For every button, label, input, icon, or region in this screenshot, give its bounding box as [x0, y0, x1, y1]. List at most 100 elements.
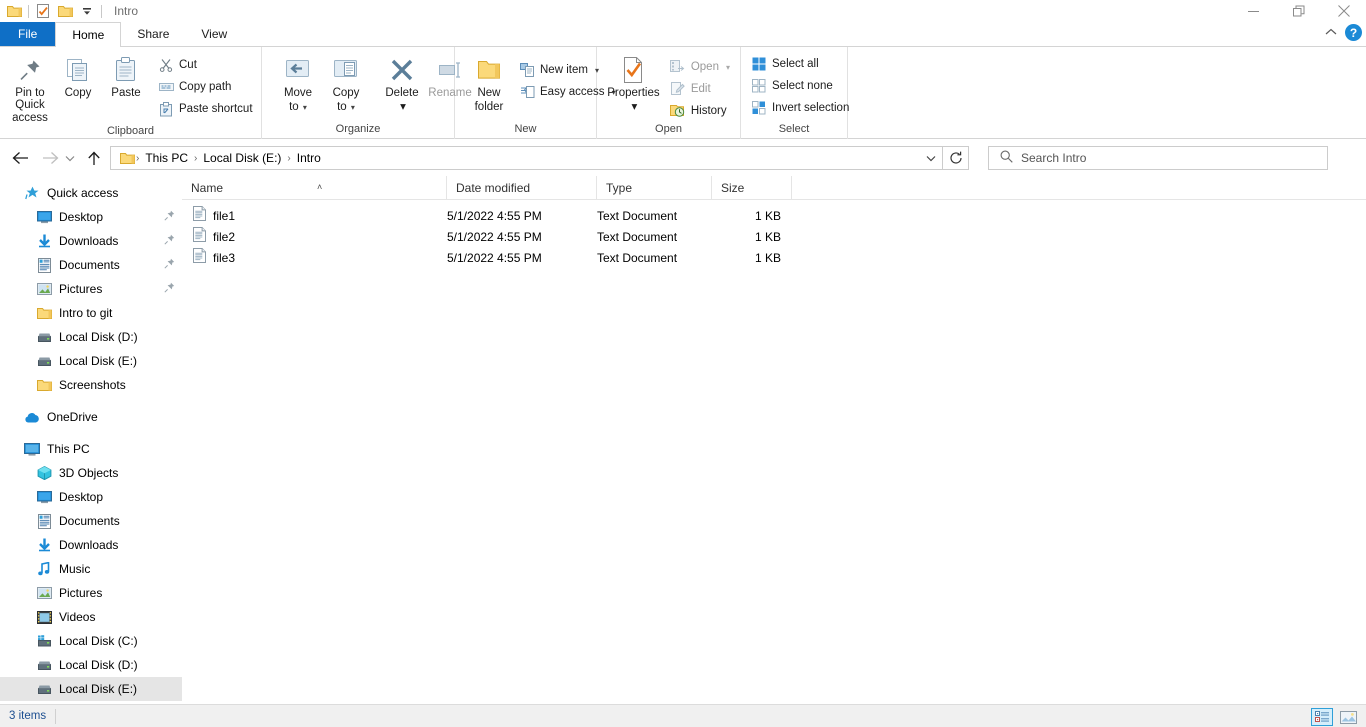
sidebar-item-desktop[interactable]: Desktop: [0, 205, 182, 229]
sidebar-item-downloads[interactable]: Downloads: [0, 533, 182, 557]
details-view-button[interactable]: [1311, 708, 1333, 726]
cut-button[interactable]: Cut: [154, 54, 257, 76]
sidebar-item-downloads[interactable]: Downloads: [0, 229, 182, 253]
file-name-cell[interactable]: file2: [182, 227, 447, 248]
sidebar-item-local-disk-e[interactable]: Local Disk (E:): [0, 677, 182, 701]
sidebar-item-local-disk-d[interactable]: Local Disk (D:): [0, 653, 182, 677]
sidebar-item-label: Local Disk (C:): [59, 634, 138, 648]
sidebar-item-screenshots[interactable]: Screenshots: [0, 373, 182, 397]
pin-icon[interactable]: [164, 234, 175, 248]
pin-to-quick-access-button[interactable]: Pin to Quick access: [6, 51, 54, 125]
select-none-button[interactable]: Select none: [747, 75, 853, 97]
folder-icon: [36, 377, 52, 393]
new-folder-icon[interactable]: [54, 1, 76, 21]
ribbon-group-open: Properties ▾ Open ▾ Edit History Open: [597, 47, 741, 139]
select-all-button[interactable]: Select all: [747, 53, 853, 75]
address-bar[interactable]: › This PC › Local Disk (E:) › Intro: [110, 146, 943, 170]
sidebar-item-desktop[interactable]: Desktop: [0, 485, 182, 509]
sidebar-item-pictures[interactable]: Pictures: [0, 581, 182, 605]
tab-share[interactable]: Share: [121, 22, 186, 47]
column-header-type[interactable]: Type: [597, 175, 712, 200]
easy-access-label: Easy access: [540, 86, 605, 98]
easy-access-icon: [519, 84, 535, 100]
back-button[interactable]: [8, 146, 32, 170]
tab-view[interactable]: View: [185, 22, 244, 47]
sidebar-item-label: Downloads: [59, 234, 119, 248]
properties-caret-icon[interactable]: ▾: [632, 101, 638, 114]
recent-locations-button[interactable]: [62, 146, 78, 170]
date-modified-cell: 5/1/2022 4:55 PM: [447, 251, 542, 265]
copy-to-button[interactable]: Copy to ▾: [322, 51, 370, 113]
copy-to-icon: [332, 54, 360, 86]
sidebar-item-videos[interactable]: Videos: [0, 605, 182, 629]
column-header-size[interactable]: Size: [712, 175, 792, 200]
sidebar-item-music[interactable]: Music: [0, 557, 182, 581]
sidebar-item-local-disk-e[interactable]: Local Disk (E:): [0, 349, 182, 373]
refresh-button[interactable]: [943, 146, 969, 170]
help-icon[interactable]: ?: [1345, 24, 1362, 41]
file-name-cell[interactable]: file3: [182, 248, 447, 269]
paste-button[interactable]: Paste: [102, 51, 150, 100]
sidebar-item-onedrive[interactable]: OneDrive: [0, 405, 182, 429]
paste-shortcut-button[interactable]: Paste shortcut: [154, 98, 257, 120]
sidebar-item-3d-objects[interactable]: 3D Objects: [0, 461, 182, 485]
table-row[interactable]: file3 5/1/2022 4:55 PM Text Document 1 KB: [182, 248, 1366, 269]
properties-label: Properties: [607, 87, 660, 99]
view-buttons: [1311, 708, 1359, 726]
table-row[interactable]: file1 5/1/2022 4:55 PM Text Document 1 KB: [182, 206, 1366, 227]
music-icon: [36, 561, 52, 577]
minimize-button[interactable]: [1231, 0, 1276, 22]
move-to-button[interactable]: Move to ▾: [274, 51, 322, 113]
pin-icon[interactable]: [164, 210, 175, 224]
invert-selection-button[interactable]: Invert selection: [747, 97, 853, 119]
new-folder-label-line2: folder: [474, 100, 504, 113]
paste-label: Paste: [111, 87, 141, 99]
file-rows: file1 5/1/2022 4:55 PM Text Document 1 KB fi…: [182, 200, 1366, 269]
copy-path-button[interactable]: Copy path: [154, 76, 257, 98]
drive-icon: [36, 353, 52, 369]
copy-button[interactable]: Copy: [54, 51, 102, 100]
delete-caret-icon[interactable]: ▾: [400, 101, 406, 114]
customize-qat-icon[interactable]: [76, 1, 98, 21]
search-input[interactable]: Search Intro: [1021, 151, 1086, 165]
search-box[interactable]: Search Intro: [988, 146, 1328, 170]
address-bar-row: › This PC › Local Disk (E:) › Intro Sear…: [0, 140, 1366, 176]
column-header-date-modified[interactable]: Date modified: [447, 175, 597, 200]
pin-icon[interactable]: [164, 282, 175, 296]
sidebar-item-local-disk-c[interactable]: Local Disk (C:): [0, 629, 182, 653]
column-header-label: Size: [721, 180, 745, 195]
folder-icon[interactable]: [3, 1, 25, 21]
sidebar-item-documents[interactable]: Documents: [0, 509, 182, 533]
sidebar-item-documents[interactable]: Documents: [0, 253, 182, 277]
sidebar-item-pictures[interactable]: Pictures: [0, 277, 182, 301]
delete-button[interactable]: Delete ▾: [378, 51, 426, 113]
column-header-name[interactable]: Name ˄: [182, 175, 447, 200]
file-name-cell[interactable]: file1: [182, 206, 447, 227]
breadcrumb-this-pc[interactable]: This PC: [140, 147, 193, 169]
close-button[interactable]: [1321, 0, 1366, 22]
up-button[interactable]: [82, 146, 106, 170]
sidebar-item-intro-to-git[interactable]: Intro to git: [0, 301, 182, 325]
table-row[interactable]: file2 5/1/2022 4:55 PM Text Document 1 KB: [182, 227, 1366, 248]
sidebar-item-quick-access[interactable]: Quick access: [0, 181, 182, 205]
properties-icon[interactable]: [32, 1, 54, 21]
tab-home[interactable]: Home: [55, 22, 122, 47]
open-button: Open ▾: [666, 56, 734, 78]
pictures-icon: [36, 585, 52, 601]
breadcrumb-intro[interactable]: Intro: [292, 147, 326, 169]
properties-button[interactable]: Properties ▾: [603, 51, 664, 113]
sidebar-item-label: Documents: [59, 514, 120, 528]
address-folder-icon: [115, 152, 135, 165]
history-button[interactable]: History: [666, 100, 734, 122]
sidebar-item-local-disk-d[interactable]: Local Disk (D:): [0, 325, 182, 349]
new-folder-button[interactable]: New folder: [465, 51, 513, 113]
file-name-label: file3: [213, 251, 236, 265]
sidebar-item-this-pc[interactable]: This PC: [0, 437, 182, 461]
tab-file[interactable]: File: [0, 22, 56, 47]
restore-button[interactable]: [1276, 0, 1321, 22]
breadcrumb-local-disk-e[interactable]: Local Disk (E:): [198, 147, 286, 169]
collapse-ribbon-icon[interactable]: [1325, 27, 1337, 39]
address-dropdown-icon[interactable]: [920, 147, 942, 169]
large-icons-view-button[interactable]: [1337, 708, 1359, 726]
pin-icon[interactable]: [164, 258, 175, 272]
